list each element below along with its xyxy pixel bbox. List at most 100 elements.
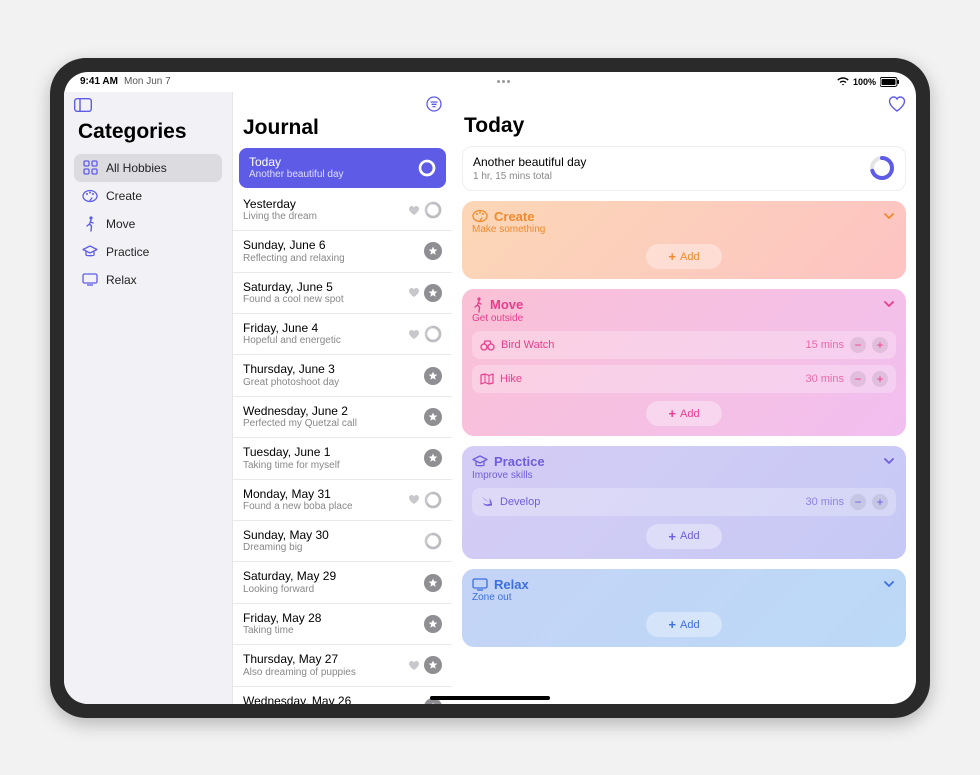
journal-item-indicator bbox=[418, 159, 436, 177]
activity-label: Develop bbox=[500, 496, 540, 508]
sidebar-item-relax[interactable]: Relax bbox=[74, 266, 222, 294]
sidebar-toggle-icon[interactable] bbox=[74, 98, 92, 112]
chevron-down-icon[interactable] bbox=[882, 209, 896, 223]
journal-item-indicator bbox=[424, 242, 442, 260]
plus-icon: + bbox=[668, 249, 676, 264]
journal-item[interactable]: Sunday, May 30Dreaming big bbox=[233, 521, 452, 562]
minus-button[interactable]: − bbox=[850, 337, 866, 353]
multitask-dots-icon[interactable] bbox=[497, 77, 510, 87]
journal-item-date: Wednesday, May 26 bbox=[243, 694, 351, 704]
activity-time: 30 mins bbox=[805, 373, 844, 385]
section-subtitle: Make something bbox=[472, 224, 545, 236]
journal-item-indicator bbox=[424, 615, 442, 633]
sidebar-item-all-hobbies[interactable]: All Hobbies bbox=[74, 154, 222, 182]
summary-total: 1 hr, 15 mins total bbox=[473, 171, 586, 182]
minus-button[interactable]: − bbox=[850, 371, 866, 387]
add-label: Add bbox=[680, 530, 700, 542]
add-button[interactable]: + Add bbox=[646, 524, 721, 549]
add-label: Add bbox=[680, 251, 700, 263]
sidebar-item-move[interactable]: Move bbox=[74, 210, 222, 238]
journal-item-date: Friday, May 28 bbox=[243, 611, 321, 625]
categories-sidebar: Categories All Hobbies Create Move Practice… bbox=[64, 92, 232, 704]
grid-icon bbox=[82, 160, 98, 176]
detail-title: Today bbox=[464, 114, 904, 138]
journal-item[interactable]: Friday, May 28Taking time bbox=[233, 604, 452, 645]
activity-row[interactable]: Develop30 mins−+ bbox=[472, 488, 896, 516]
walk-icon bbox=[472, 297, 484, 313]
categories-title: Categories bbox=[78, 120, 222, 144]
journal-item-indicator bbox=[424, 574, 442, 592]
journal-item-subtitle: Taking time bbox=[243, 625, 321, 637]
journal-item[interactable]: TodayAnother beautiful day bbox=[239, 148, 446, 188]
chevron-down-icon[interactable] bbox=[882, 297, 896, 311]
chevron-down-icon[interactable] bbox=[882, 454, 896, 468]
status-time: 9:41 AM bbox=[80, 76, 118, 87]
section-create: CreateMake something+Add bbox=[462, 201, 906, 280]
sidebar-item-practice[interactable]: Practice bbox=[74, 238, 222, 266]
detail-column: Today Another beautiful day 1 hr, 15 min… bbox=[452, 92, 916, 704]
journal-item-indicator bbox=[408, 284, 442, 302]
walk-icon bbox=[82, 216, 98, 232]
progress-ring-icon bbox=[869, 155, 895, 181]
journal-item-date: Today bbox=[249, 155, 344, 169]
journal-item-date: Saturday, June 5 bbox=[243, 280, 344, 294]
journal-item[interactable]: Sunday, June 6Reflecting and relaxing bbox=[233, 231, 452, 272]
journal-item[interactable]: Friday, June 4Hopeful and energetic bbox=[233, 314, 452, 355]
activity-row[interactable]: Bird Watch15 mins−+ bbox=[472, 331, 896, 359]
journal-item[interactable]: Tuesday, June 1Taking time for myself bbox=[233, 438, 452, 479]
sidebar-item-label: Move bbox=[106, 217, 135, 231]
journal-item[interactable]: Thursday, June 3Great photoshoot day bbox=[233, 355, 452, 396]
chevron-down-icon[interactable] bbox=[882, 577, 896, 591]
status-date: Mon Jun 7 bbox=[124, 76, 171, 87]
favorite-icon[interactable] bbox=[888, 96, 906, 112]
journal-item-date: Monday, May 31 bbox=[243, 487, 353, 501]
plus-icon: + bbox=[668, 529, 676, 544]
journal-item[interactable]: Saturday, May 29Looking forward bbox=[233, 562, 452, 603]
activity-label: Bird Watch bbox=[501, 339, 554, 351]
grad-icon bbox=[472, 455, 488, 469]
journal-item-subtitle: Hopeful and energetic bbox=[243, 335, 341, 347]
activity-row[interactable]: Hike30 mins−+ bbox=[472, 365, 896, 393]
journal-item[interactable]: Wednesday, May 26Dreaming of kittens bbox=[233, 687, 452, 704]
journal-item-subtitle: Taking time for myself bbox=[243, 460, 340, 472]
journal-item-subtitle: Dreaming big bbox=[243, 542, 329, 554]
journal-item-subtitle: Great photoshoot day bbox=[243, 377, 339, 389]
journal-item-date: Friday, June 4 bbox=[243, 321, 341, 335]
journal-item-subtitle: Reflecting and relaxing bbox=[243, 253, 345, 265]
journal-item-date: Sunday, May 30 bbox=[243, 528, 329, 542]
filter-icon[interactable] bbox=[426, 96, 442, 112]
plus-button[interactable]: + bbox=[872, 337, 888, 353]
journal-item-date: Thursday, June 3 bbox=[243, 362, 339, 376]
journal-item-subtitle: Found a new boba place bbox=[243, 501, 353, 513]
journal-item[interactable]: Thursday, May 27Also dreaming of puppies bbox=[233, 645, 452, 686]
section-relax: RelaxZone out+Add bbox=[462, 569, 906, 648]
section-move: MoveGet outsideBird Watch15 mins−+Hike30… bbox=[462, 289, 906, 436]
add-button[interactable]: +Add bbox=[646, 401, 721, 426]
section-subtitle: Improve skills bbox=[472, 470, 545, 482]
summary-headline[interactable]: Another beautiful day bbox=[473, 155, 586, 169]
journal-item-indicator bbox=[424, 449, 442, 467]
journal-item[interactable]: Saturday, June 5Found a cool new spot bbox=[233, 273, 452, 314]
plus-button[interactable]: + bbox=[872, 494, 888, 510]
home-indicator[interactable] bbox=[430, 696, 550, 700]
journal-item-indicator bbox=[408, 491, 442, 509]
journal-item[interactable]: Wednesday, June 2Perfected my Quetzal ca… bbox=[233, 397, 452, 438]
add-button[interactable]: + Add bbox=[646, 244, 721, 269]
plus-button[interactable]: + bbox=[872, 371, 888, 387]
journal-item-indicator bbox=[424, 532, 442, 550]
tv-icon bbox=[472, 578, 488, 591]
palette-icon bbox=[82, 188, 98, 204]
section-name: Practice bbox=[494, 454, 545, 470]
journal-item[interactable]: Monday, May 31Found a new boba place bbox=[233, 480, 452, 521]
section-name: Move bbox=[490, 297, 523, 313]
journal-item-date: Yesterday bbox=[243, 197, 317, 211]
journal-item-indicator bbox=[408, 656, 442, 674]
journal-item[interactable]: YesterdayLiving the dream bbox=[233, 190, 452, 231]
sidebar-item-create[interactable]: Create bbox=[74, 182, 222, 210]
summary-card: Another beautiful day 1 hr, 15 mins tota… bbox=[462, 146, 906, 191]
minus-button[interactable]: − bbox=[850, 494, 866, 510]
battery-icon bbox=[880, 77, 900, 87]
add-button[interactable]: +Add bbox=[646, 612, 721, 637]
sidebar-item-label: Create bbox=[106, 189, 142, 203]
sidebar-item-label: Practice bbox=[106, 245, 149, 259]
